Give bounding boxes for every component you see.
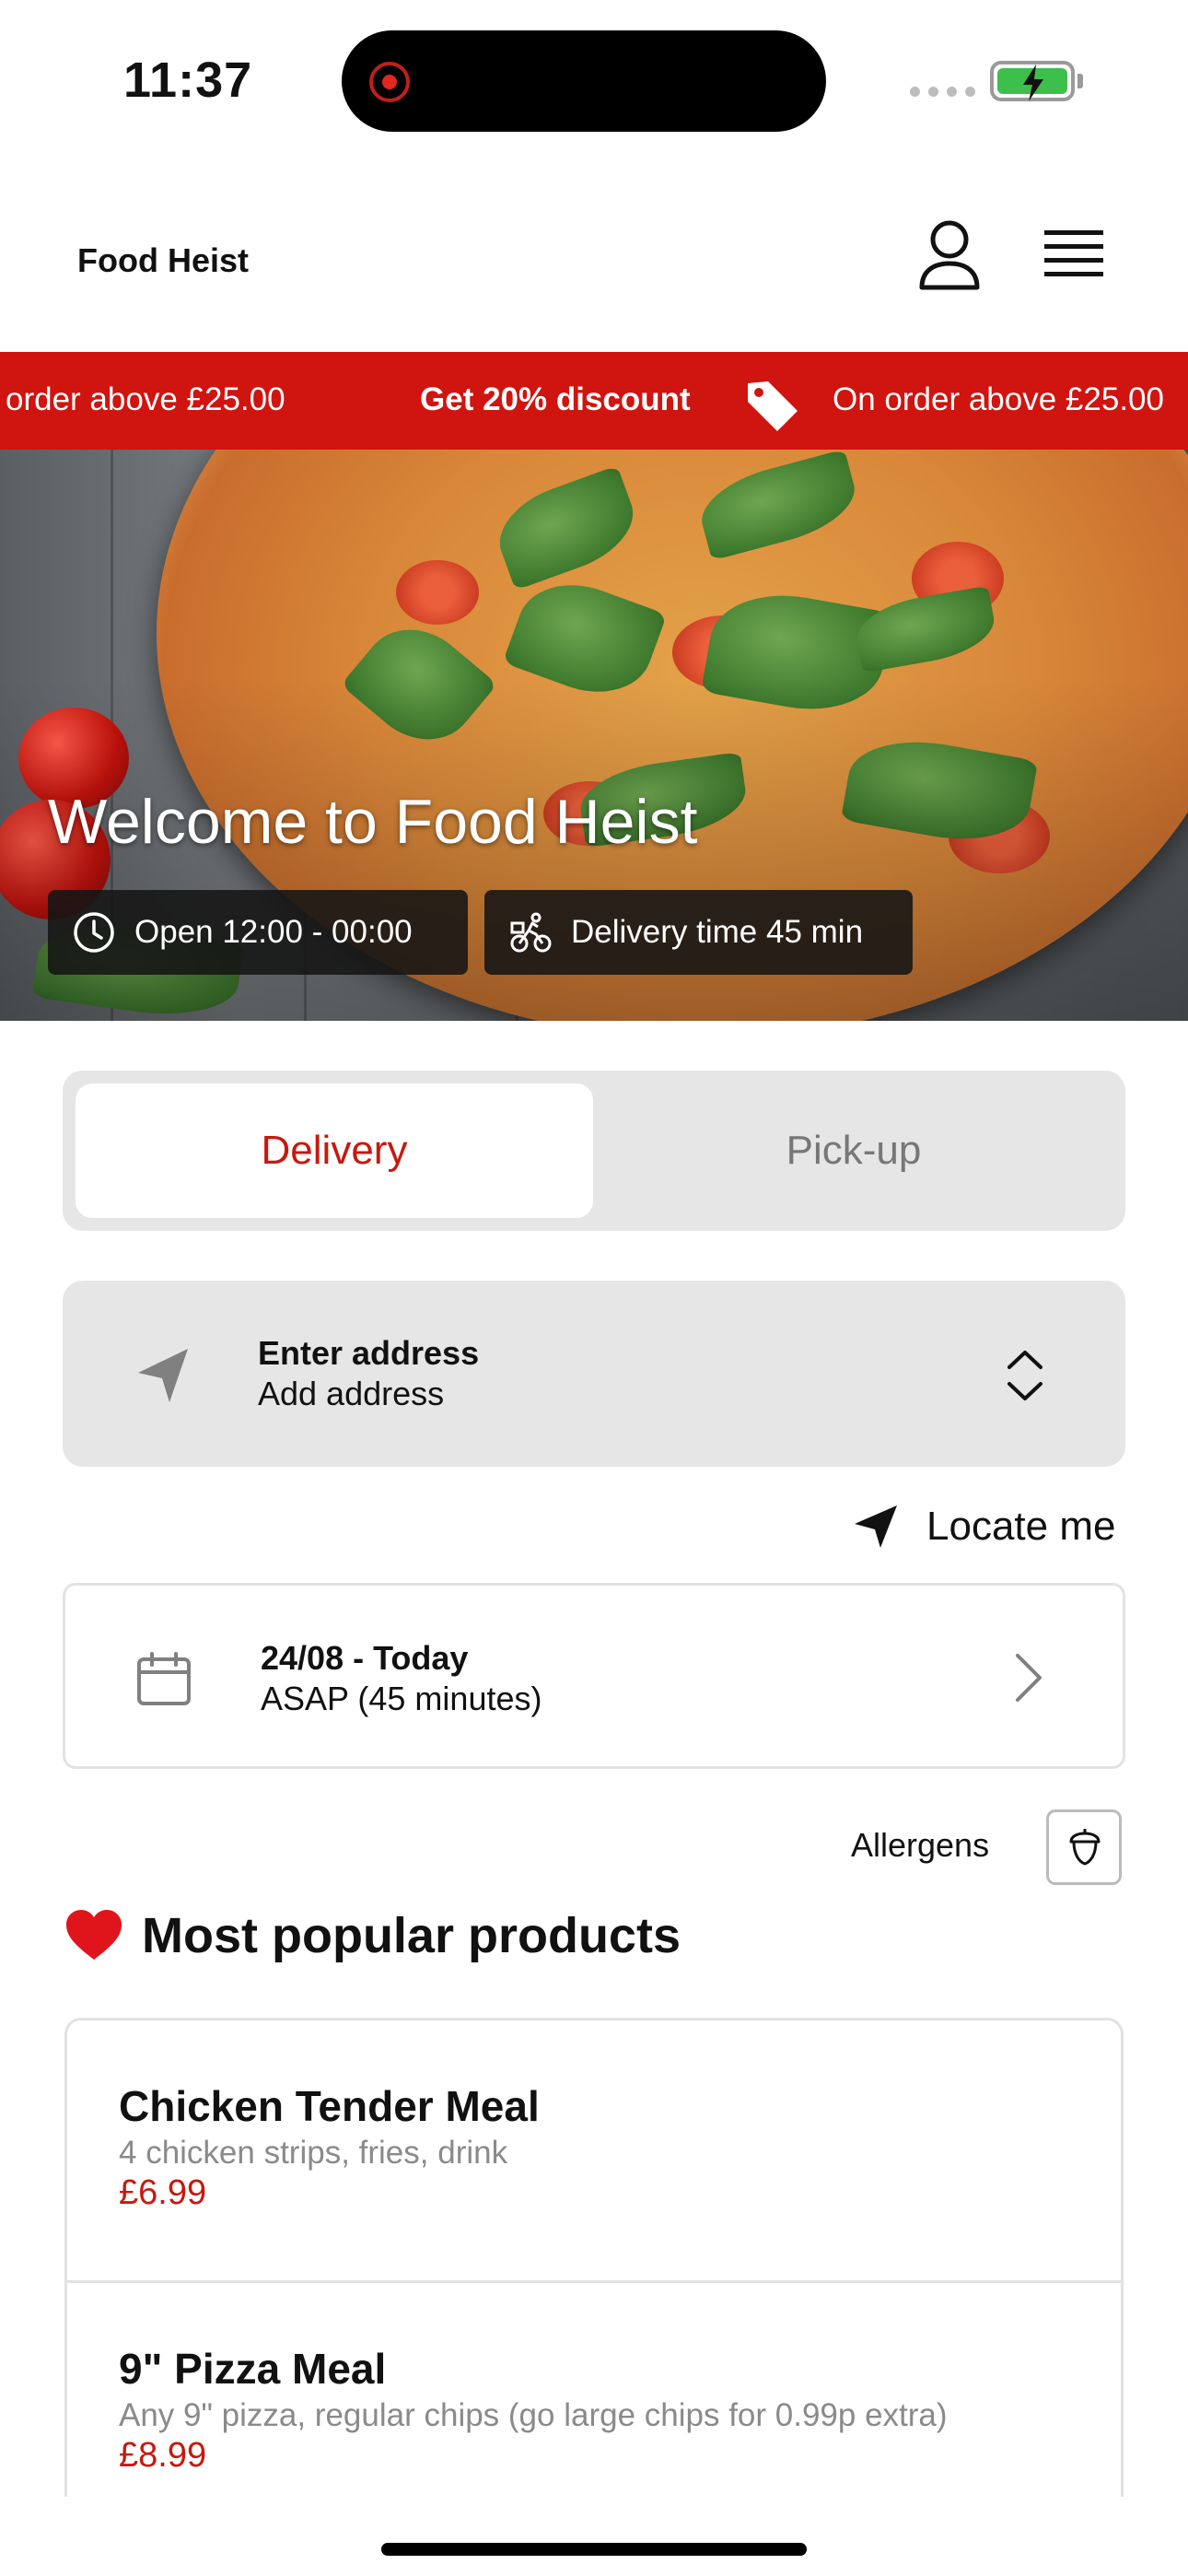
calendar-icon [137, 1652, 191, 1705]
location-arrow-icon [138, 1349, 188, 1402]
promo-headline: Get 20% discount [420, 381, 691, 417]
charging-bolt-icon [1023, 64, 1043, 101]
order-mode-toggle: Delivery Pick-up [63, 1071, 1125, 1231]
promo-banner: order above £25.00 Get 20% discount On o… [0, 352, 1188, 450]
schedule-date: 24/08 - Today [261, 1639, 469, 1677]
battery-cap [1077, 74, 1083, 88]
chevron-up-down-icon [1007, 1351, 1042, 1400]
opening-hours-text: Open 12:00 - 00:00 [134, 914, 413, 950]
product-card[interactable]: Chicken Tender Meal 4 chicken strips, fr… [67, 2020, 1121, 2280]
home-indicator[interactable] [381, 2543, 807, 2556]
product-description: 4 chicken strips, fries, drink [119, 2135, 508, 2171]
hero-banner: Welcome to Food Heist Open 12:00 - 00:00… [0, 450, 1188, 1021]
delivery-time-badge: Delivery time 45 min [484, 890, 913, 975]
delivery-time-text: Delivery time 45 min [571, 914, 864, 950]
acorn-icon [1069, 1829, 1101, 1866]
product-card[interactable]: 9" Pizza Meal Any 9" pizza, regular chip… [67, 2280, 1121, 2497]
locate-me-button[interactable]: Locate me [853, 1494, 1129, 1559]
recording-icon [369, 62, 410, 102]
delivery-tab[interactable]: Delivery [76, 1083, 593, 1218]
product-name: Chicken Tender Meal [119, 2082, 540, 2130]
delivery-time-selector[interactable]: 24/08 - Today ASAP (45 minutes) [63, 1583, 1125, 1769]
locate-me-label: Locate me [926, 1504, 1116, 1549]
signal-icon [910, 87, 975, 97]
product-description: Any 9" pizza, regular chips (go large ch… [119, 2397, 948, 2433]
address-title: Enter address [258, 1334, 480, 1372]
popular-products-title: Most popular products [142, 1908, 681, 1963]
opening-hours-badge: Open 12:00 - 00:00 [48, 890, 468, 975]
heart-icon [66, 1910, 122, 1960]
brand-name[interactable]: Food Heist [77, 241, 249, 280]
product-price: £6.99 [119, 2173, 207, 2212]
product-price: £8.99 [119, 2436, 207, 2475]
popular-products-heading: Most popular products [64, 1907, 681, 1964]
location-arrow-icon [855, 1505, 897, 1548]
user-icon[interactable] [917, 217, 982, 291]
clock-icon [74, 912, 114, 953]
schedule-time: ASAP (45 minutes) [261, 1680, 542, 1717]
status-bar: 11:37 [0, 0, 1188, 157]
address-subtitle: Add address [258, 1375, 445, 1412]
hamburger-menu-icon[interactable] [1044, 228, 1103, 280]
address-selector[interactable]: Enter address Add address [63, 1281, 1125, 1467]
promo-text: order above £25.00 [6, 381, 285, 417]
app-header: Food Heist [0, 157, 1188, 352]
tag-icon [748, 381, 798, 431]
pickup-tab[interactable]: Pick-up [595, 1083, 1112, 1218]
chevron-right-icon [1016, 1654, 1042, 1702]
battery-icon [990, 61, 1075, 101]
allergens-label: Allergens [851, 1826, 990, 1864]
status-time: 11:37 [123, 53, 253, 108]
hero-title: Welcome to Food Heist [48, 787, 698, 857]
promo-text: On order above £25.00 [833, 381, 1164, 417]
product-name: 9" Pizza Meal [119, 2345, 387, 2393]
dynamic-island [342, 30, 826, 132]
allergens-button[interactable] [1046, 1809, 1122, 1885]
bicycle-courier-icon [510, 912, 552, 953]
product-list: Chicken Tender Meal 4 chicken strips, fr… [64, 2018, 1124, 2497]
